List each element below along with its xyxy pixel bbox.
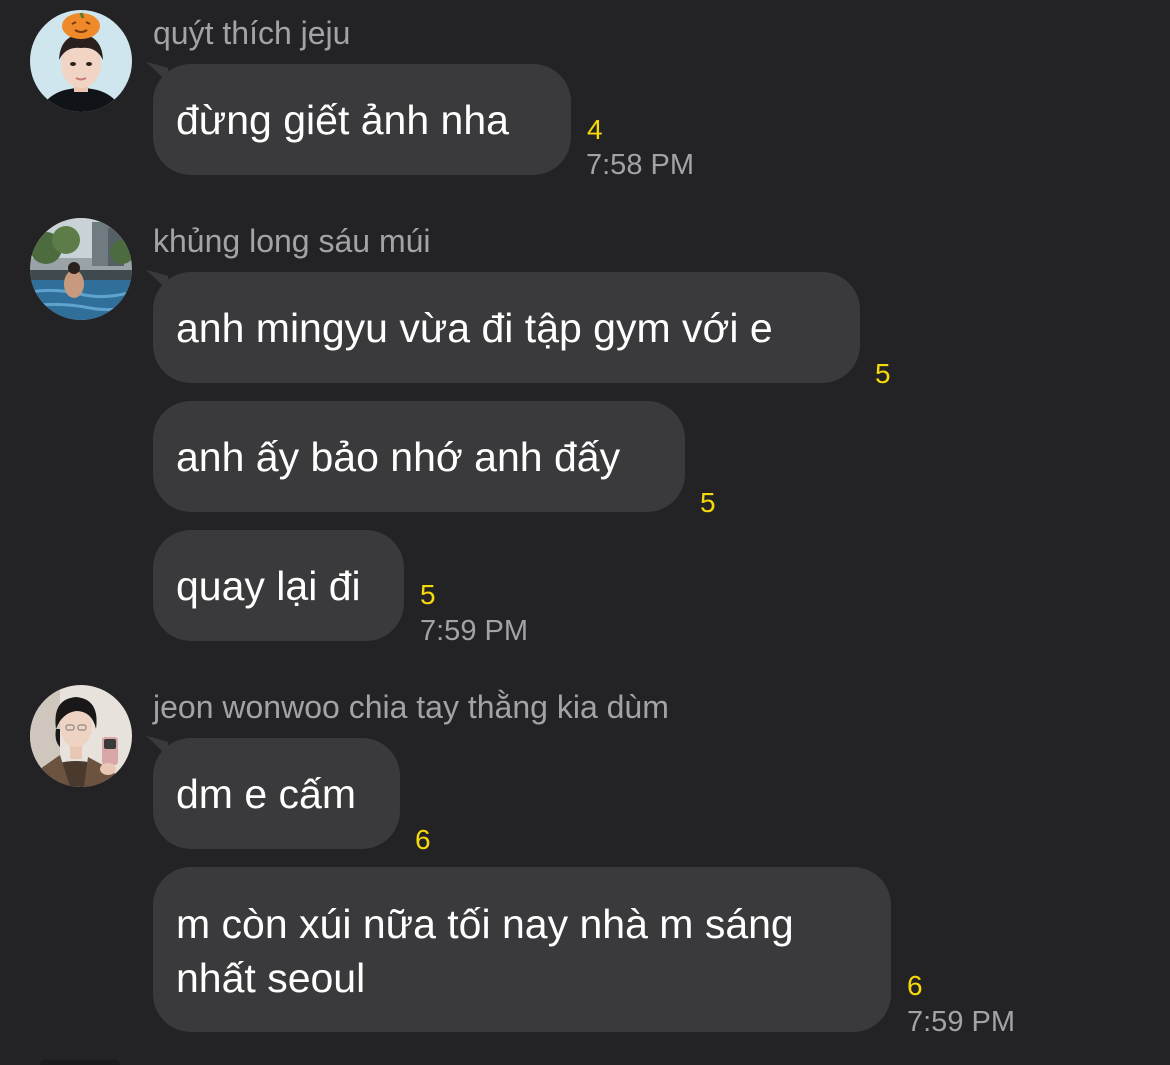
avatar-quyt-thich-jeju[interactable] xyxy=(30,10,132,112)
next-avatar-edge xyxy=(40,1060,120,1065)
unread-count: 6 xyxy=(907,970,923,1001)
message-bubble[interactable]: m còn xúi nữa tối nay nhà m sáng nhất se… xyxy=(153,867,891,1032)
message-text: quay lại đi xyxy=(176,562,361,609)
message-bubble[interactable]: đừng giết ảnh nha xyxy=(153,64,571,175)
sender-name: quýt thích jeju xyxy=(153,15,351,51)
profile-photo-pool-icon xyxy=(30,218,132,320)
unread-count: 5 xyxy=(420,579,436,610)
message-time: 7:58 PM xyxy=(586,149,694,181)
message-text: anh mingyu vừa đi tập gym với e xyxy=(176,304,773,351)
message-time: 7:59 PM xyxy=(420,615,528,647)
unread-count: 5 xyxy=(875,358,891,389)
message-text: m còn xúi nữa tối nay nhà m sáng nhất se… xyxy=(176,901,794,1001)
message-text: đừng giết ảnh nha xyxy=(176,96,509,143)
message-bubble[interactable]: anh mingyu vừa đi tập gym với e xyxy=(153,272,860,383)
unread-count: 4 xyxy=(587,114,603,145)
unread-count: 6 xyxy=(415,824,431,855)
avatar-khung-long-sau-mui[interactable] xyxy=(30,218,132,320)
profile-photo-selfie-icon xyxy=(30,685,132,787)
message-bubble[interactable]: quay lại đi xyxy=(153,530,404,641)
message-text: anh ấy bảo nhớ anh đấy xyxy=(176,433,621,480)
unread-count: 5 xyxy=(700,487,716,518)
message-bubble[interactable]: anh ấy bảo nhớ anh đấy xyxy=(153,401,685,512)
sender-name: khủng long sáu múi xyxy=(153,223,431,259)
profile-photo-boy-with-pumpkin-hat-icon xyxy=(30,10,132,112)
message-text: dm e cấm xyxy=(176,770,356,817)
message-time: 7:59 PM xyxy=(907,1006,1015,1038)
avatar-jeon-wonwoo[interactable] xyxy=(30,685,132,787)
sender-name: jeon wonwoo chia tay thằng kia dùm xyxy=(153,689,669,725)
message-bubble[interactable]: dm e cấm xyxy=(153,738,400,849)
